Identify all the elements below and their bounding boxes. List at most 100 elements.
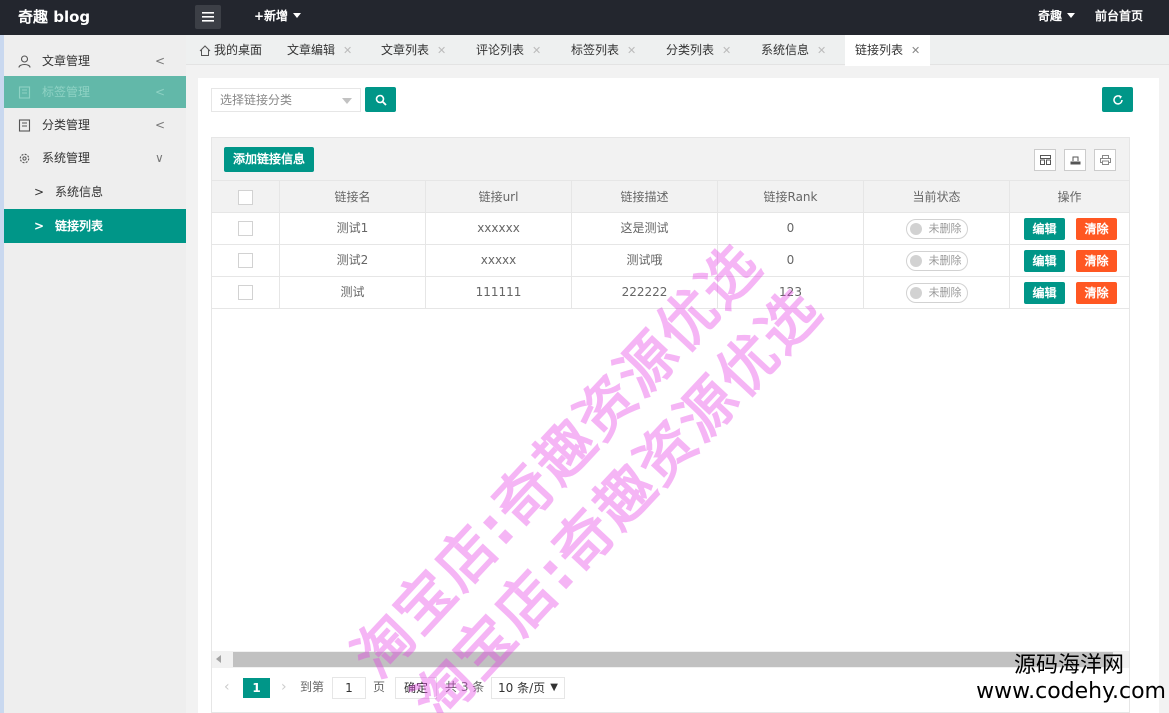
sidebar-item-categories[interactable]: 分类管理 < [4, 109, 186, 141]
column-header[interactable]: 当前状态 [864, 181, 1010, 213]
user-name: 奇趣 [1038, 9, 1063, 23]
status-toggle[interactable]: 未删除 [905, 282, 968, 303]
add-new-menu[interactable]: +新增 [254, 0, 302, 32]
page-number-input[interactable]: 1 [332, 677, 366, 699]
cell-actions: 编辑 清除 [1010, 213, 1129, 245]
chevron-left-icon: < [155, 54, 166, 68]
caret-down-icon [1067, 13, 1076, 18]
delete-button[interactable]: 清除 [1076, 282, 1117, 304]
tab-system-info[interactable]: 系统信息 ✕ [761, 35, 826, 65]
status-toggle[interactable]: 未删除 [905, 218, 968, 239]
edit-button[interactable]: 编辑 [1024, 250, 1065, 272]
tab-label: 我的桌面 [214, 43, 263, 57]
user-icon [18, 55, 31, 68]
refresh-icon [1112, 94, 1123, 105]
cell-name: 测试2 [280, 245, 426, 277]
close-icon[interactable]: ✕ [437, 44, 446, 57]
book-icon [18, 119, 31, 132]
close-icon[interactable]: ✕ [911, 44, 920, 57]
search-button[interactable] [365, 87, 396, 112]
refresh-button[interactable] [1102, 87, 1133, 112]
top-header: 奇趣 blog +新增 奇趣 前台首页 [0, 0, 1169, 35]
add-link-button[interactable]: 添加链接信息 [224, 147, 315, 172]
home-icon [199, 45, 211, 56]
frontpage-link[interactable]: 前台首页 [1095, 0, 1143, 32]
sidebar-subitem-label: 链接列表 [55, 219, 104, 233]
select-all-cell [212, 181, 280, 213]
cell-rank: 0 [718, 213, 864, 245]
row-checkbox[interactable] [238, 285, 253, 300]
sidebar-item-tags[interactable]: 标签管理 < [4, 76, 186, 108]
corner-brand: 源码海洋网 www.codehy.com [960, 655, 1169, 703]
chevron-down-icon: ∨ [155, 151, 164, 165]
sidebar-item-label: 系统管理 [42, 151, 91, 165]
tab-category-list[interactable]: 分类列表 ✕ [666, 35, 731, 65]
close-icon[interactable]: ✕ [817, 44, 826, 57]
category-select[interactable]: 选择链接分类 [211, 88, 361, 112]
sidebar-subitem-label: 系统信息 [55, 185, 104, 199]
tab-article-list[interactable]: 文章列表 ✕ [381, 35, 446, 65]
goto-label: 到第 [300, 680, 325, 694]
cell-status: 未删除 [864, 277, 1010, 309]
current-page[interactable]: 1 [243, 678, 270, 698]
delete-button[interactable]: 清除 [1076, 250, 1117, 272]
cell-rank: 0 [718, 245, 864, 277]
print-icon[interactable] [1094, 149, 1116, 171]
cell-description: 测试哦 [572, 245, 718, 277]
cell-actions: 编辑 清除 [1010, 245, 1129, 277]
column-header[interactable]: 链接名 [280, 181, 426, 213]
user-menu[interactable]: 奇趣 [1038, 0, 1076, 32]
export-icon[interactable] [1064, 149, 1086, 171]
tab-article-edit[interactable]: 文章编辑 ✕ [287, 35, 352, 65]
cell-description: 这是测试 [572, 213, 718, 245]
tab-desktop[interactable]: 我的桌面 [199, 35, 262, 65]
cell-status: 未删除 [864, 245, 1010, 277]
sidebar-item-articles[interactable]: 文章管理 < [4, 45, 186, 77]
table-row: 测试2 xxxxx 测试哦 0 未删除 编辑 清除 [212, 245, 1129, 277]
sidebar-item-label: 分类管理 [42, 118, 91, 132]
close-icon[interactable]: ✕ [722, 44, 731, 57]
add-new-label: +新增 [254, 9, 289, 23]
tab-tag-list[interactable]: 标签列表 ✕ [571, 35, 636, 65]
column-header[interactable]: 链接url [426, 181, 572, 213]
status-label: 未删除 [928, 253, 962, 267]
columns-filter-icon[interactable] [1034, 149, 1056, 171]
column-header[interactable]: 链接描述 [572, 181, 718, 213]
next-page-icon[interactable]: › [281, 669, 287, 706]
sidebar-subitem-link-list[interactable]: > 链接列表 [4, 209, 186, 243]
tab-strip: 我的桌面 文章编辑 ✕ 文章列表 ✕ 评论列表 ✕ 标签列表 ✕ 分类列表 ✕ 系统信息 ✕… [186, 35, 1169, 66]
chevron-left-icon: < [155, 85, 166, 99]
sidebar-item-label: 文章管理 [42, 54, 91, 68]
delete-button[interactable]: 清除 [1076, 218, 1117, 240]
scroll-left-arrow-icon[interactable] [216, 655, 221, 663]
edit-button[interactable]: 编辑 [1024, 282, 1065, 304]
column-header[interactable]: 链接Rank [718, 181, 864, 213]
tab-comment-list[interactable]: 评论列表 ✕ [476, 35, 541, 65]
close-icon[interactable]: ✕ [343, 44, 352, 57]
sidebar-subitem-system-info[interactable]: > 系统信息 [4, 175, 186, 209]
hamburger-icon [202, 12, 214, 22]
sidebar: 文章管理 < 标签管理 < 分类管理 < 系统管理 ∨ > 系统信息 > 链接列… [4, 35, 186, 713]
sidebar-item-label: 标签管理 [42, 85, 91, 99]
status-toggle[interactable]: 未删除 [905, 250, 968, 271]
edit-button[interactable]: 编辑 [1024, 218, 1065, 240]
tab-label: 文章编辑 [287, 43, 336, 57]
select-all-checkbox[interactable] [238, 190, 253, 205]
menu-toggle-button[interactable] [195, 5, 221, 29]
tab-label: 文章列表 [381, 43, 430, 57]
brand-name: 源码海洋网 [1013, 653, 1124, 678]
page-size-select[interactable]: 10 条/页 ▼ [491, 677, 565, 699]
toggle-knob [909, 254, 922, 267]
row-checkbox[interactable] [238, 253, 253, 268]
chevron-right-icon: > [34, 185, 45, 199]
close-icon[interactable]: ✕ [532, 44, 541, 57]
tab-link-list[interactable]: 链接列表 ✕ [845, 35, 931, 66]
sidebar-item-system[interactable]: 系统管理 ∨ [4, 142, 186, 174]
page-size-value: 10 条/页 [498, 681, 546, 695]
prev-page-icon[interactable]: ‹ [224, 669, 230, 706]
app-logo[interactable]: 奇趣 blog [18, 0, 90, 35]
confirm-page-button[interactable]: 确定 [395, 677, 437, 699]
close-icon[interactable]: ✕ [627, 44, 636, 57]
row-checkbox[interactable] [238, 221, 253, 236]
tab-label: 标签列表 [571, 43, 620, 57]
